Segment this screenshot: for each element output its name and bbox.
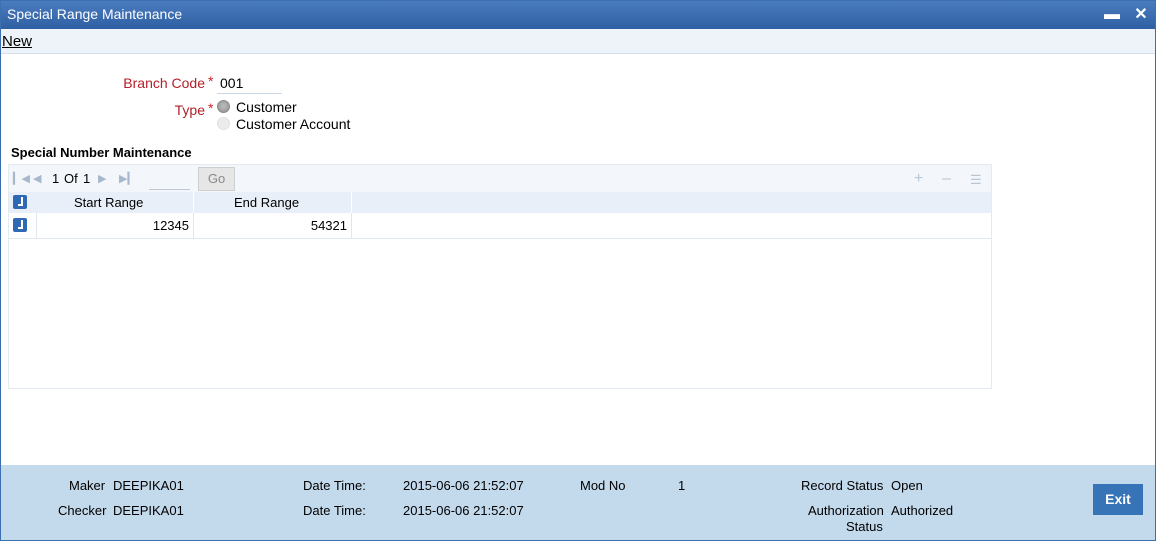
checker-value: DEEPIKA01 [113,503,184,518]
select-all-checkbox[interactable] [13,195,27,209]
type-required-mark: * [208,100,214,116]
first-page-icon[interactable]: ▎◀ [13,172,30,185]
type-label: Type [174,102,205,118]
page-of-text: Of [64,171,78,186]
maker-label: Maker [69,478,106,493]
checker-label: Checker [58,503,107,518]
type-customer-account-radio[interactable] [217,117,230,130]
end-range-header: End Range [234,195,300,210]
maker-date-time-label: Date Time: [303,478,366,493]
remove-row-icon[interactable]: – [942,170,951,188]
mod-no-value: 1 [678,478,686,493]
section-title: Special Number Maintenance [11,145,192,160]
type-customer-radio[interactable] [217,100,230,113]
go-button[interactable]: Go [198,167,235,191]
title-bar: Special Range Maintenance ▬ ✕ [1,1,1155,29]
checker-date-time-label: Date Time: [303,503,366,518]
page-current: 1 [52,171,60,186]
toolbar: New [1,29,1155,54]
start-range-value: 12345 [152,218,189,233]
end-range-value: 54321 [310,218,347,233]
branch-code-field[interactable]: 001 [220,75,243,91]
page-number-input[interactable] [149,170,190,190]
record-status-value: Open [891,478,923,493]
checker-date-time-value: 2015-06-06 21:52:07 [403,503,524,518]
authorization-status-value: Authorized [891,503,954,518]
record-status-label: Record Status [801,478,884,493]
type-customer-account-label: Customer Account [236,116,351,132]
last-page-icon[interactable]: ▶▎ [119,172,136,185]
authorization-status-label-line1: Authorization [808,503,884,518]
exit-button[interactable]: Exit [1093,484,1143,515]
branch-code-underline [217,93,282,94]
next-page-icon[interactable]: ▶ [98,172,106,185]
end-range-header-cell: End Range [194,192,352,213]
start-range-header-cell: Start Range [36,192,194,213]
maker-value: DEEPIKA01 [113,478,184,493]
branch-code-required-mark: * [208,73,214,89]
window-title: Special Range Maintenance [7,6,183,22]
maker-date-time-value: 2015-06-06 21:52:07 [403,478,524,493]
authorization-status-label-line2: Status [846,519,883,534]
special-range-maintenance-window: Special Range Maintenance ▬ ✕ New Branch… [0,0,1156,541]
page-total: 1 [83,171,91,186]
grid-toolbar: ▎◀ ◀ 1 Of 1 ▶ ▶▎ Go + – ☰ [9,165,991,192]
start-range-cell[interactable]: 12345 [36,213,194,238]
table-row: 12345 54321 [9,213,991,239]
audit-footer: Maker DEEPIKA01 Checker DEEPIKA01 Date T… [1,465,1155,540]
row-checkbox[interactable] [13,218,27,232]
single-view-icon[interactable]: ☰ [970,172,982,188]
start-range-header: Start Range [74,195,144,210]
new-link[interactable]: New [2,33,32,50]
close-icon[interactable]: ✕ [1131,5,1151,25]
branch-code-label: Branch Code [123,75,205,91]
prev-page-icon[interactable]: ◀ [33,172,41,185]
mod-no-label: Mod No [580,478,626,493]
end-range-cell[interactable]: 54321 [194,213,352,238]
add-row-icon[interactable]: + [914,170,923,188]
minimize-icon[interactable]: ▬ [1102,5,1122,25]
type-customer-label: Customer [236,99,297,115]
grid-header: Start Range End Range [9,192,991,213]
special-number-grid: ▎◀ ◀ 1 Of 1 ▶ ▶▎ Go + – ☰ Start Range En… [8,164,992,389]
